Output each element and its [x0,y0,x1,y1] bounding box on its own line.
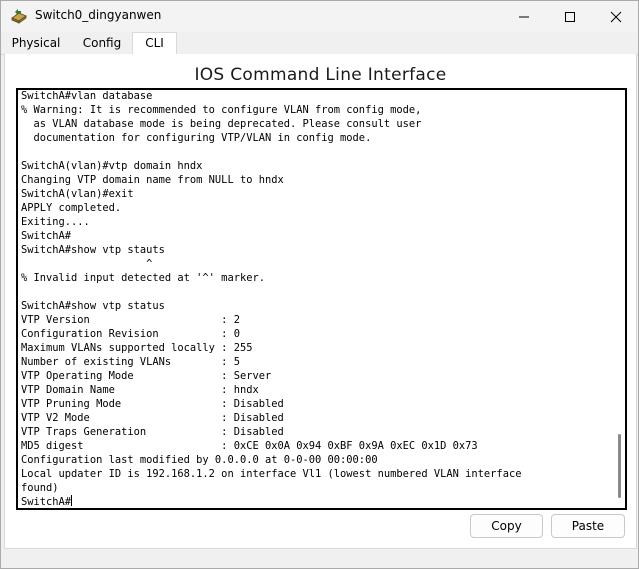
page-title: IOS Command Line Interface [194,65,447,85]
terminal-line: found) [21,482,59,494]
terminal-line: Exiting.... [21,216,90,228]
terminal-line: SwitchA# [21,230,72,242]
terminal-line: SwitchA#show vtp stauts [21,244,165,256]
terminal-line: % Invalid input detected at '^' marker. [21,272,265,284]
terminal-line: VTP Pruning Mode : Disabled [21,398,284,410]
terminal-line: APPLY completed. [21,202,122,214]
close-button[interactable] [593,1,639,32]
minimize-button[interactable] [501,1,547,32]
tab-physical[interactable]: Physical [5,33,67,53]
terminal-line: SwitchA(vlan)#vtp domain hndx [21,160,203,172]
text-cursor [71,495,73,506]
copy-button[interactable]: Copy [470,514,543,538]
terminal-line: SwitchA#vlan database [21,90,153,102]
terminal-lines: SwitchA#vlan database % Warning: It is r… [21,90,521,494]
terminal-line: documentation for configuring VTP/VLAN i… [33,132,372,144]
terminal-line: VTP V2 Mode : Disabled [21,412,284,424]
terminal-line: VTP Domain Name : hndx [21,384,259,396]
terminal-line: SwitchA(vlan)#exit [21,188,134,200]
terminal-line: MD5 digest : 0xCE 0x0A 0x94 0xBF 0x9A 0x… [21,440,478,452]
terminal-line: Configuration last modified by 0.0.0.0 a… [21,454,378,466]
terminal-line: VTP Version : 2 [21,314,240,326]
terminal-line: Maximum VLANs supported locally : 255 [21,342,253,354]
maximize-icon [565,12,575,22]
close-icon [610,11,622,23]
terminal-prompt: SwitchA# [21,496,72,508]
minimize-icon [519,16,529,18]
switch-icon [10,7,28,25]
terminal-line: SwitchA#show vtp status [21,300,165,312]
app-window: Switch0_dingyanwen Physical Config CLI I… [0,0,639,569]
terminal-line: VTP Operating Mode : Server [21,370,272,382]
terminal-output: SwitchA#vlan database % Warning: It is r… [21,90,606,508]
window-title: Switch0_dingyanwen [35,8,162,22]
terminal-line: VTP Traps Generation : Disabled [21,426,284,438]
tab-bar: Physical Config CLI [1,32,638,56]
tab-cli[interactable]: CLI [132,32,177,56]
terminal-line: Changing VTP domain name from NULL to hn… [21,174,284,186]
cli-terminal[interactable]: SwitchA#vlan database % Warning: It is r… [16,88,627,510]
maximize-button[interactable] [547,1,593,32]
terminal-line: Configuration Revision : 0 [21,328,240,340]
paste-button[interactable]: Paste [551,514,625,538]
terminal-line: ^ [146,258,153,270]
terminal-line: Number of existing VLANs : 5 [21,356,240,368]
tab-config[interactable]: Config [73,33,131,53]
cli-panel: IOS Command Line Interface SwitchA#vlan … [4,54,637,549]
terminal-line: % Warning: It is recommended to configur… [21,104,422,116]
scrollbar-thumb[interactable] [618,434,621,498]
terminal-line: as VLAN database mode is being deprecate… [33,118,422,130]
title-bar[interactable]: Switch0_dingyanwen [1,1,638,32]
terminal-line: Local updater ID is 192.168.1.2 on inter… [21,468,522,480]
